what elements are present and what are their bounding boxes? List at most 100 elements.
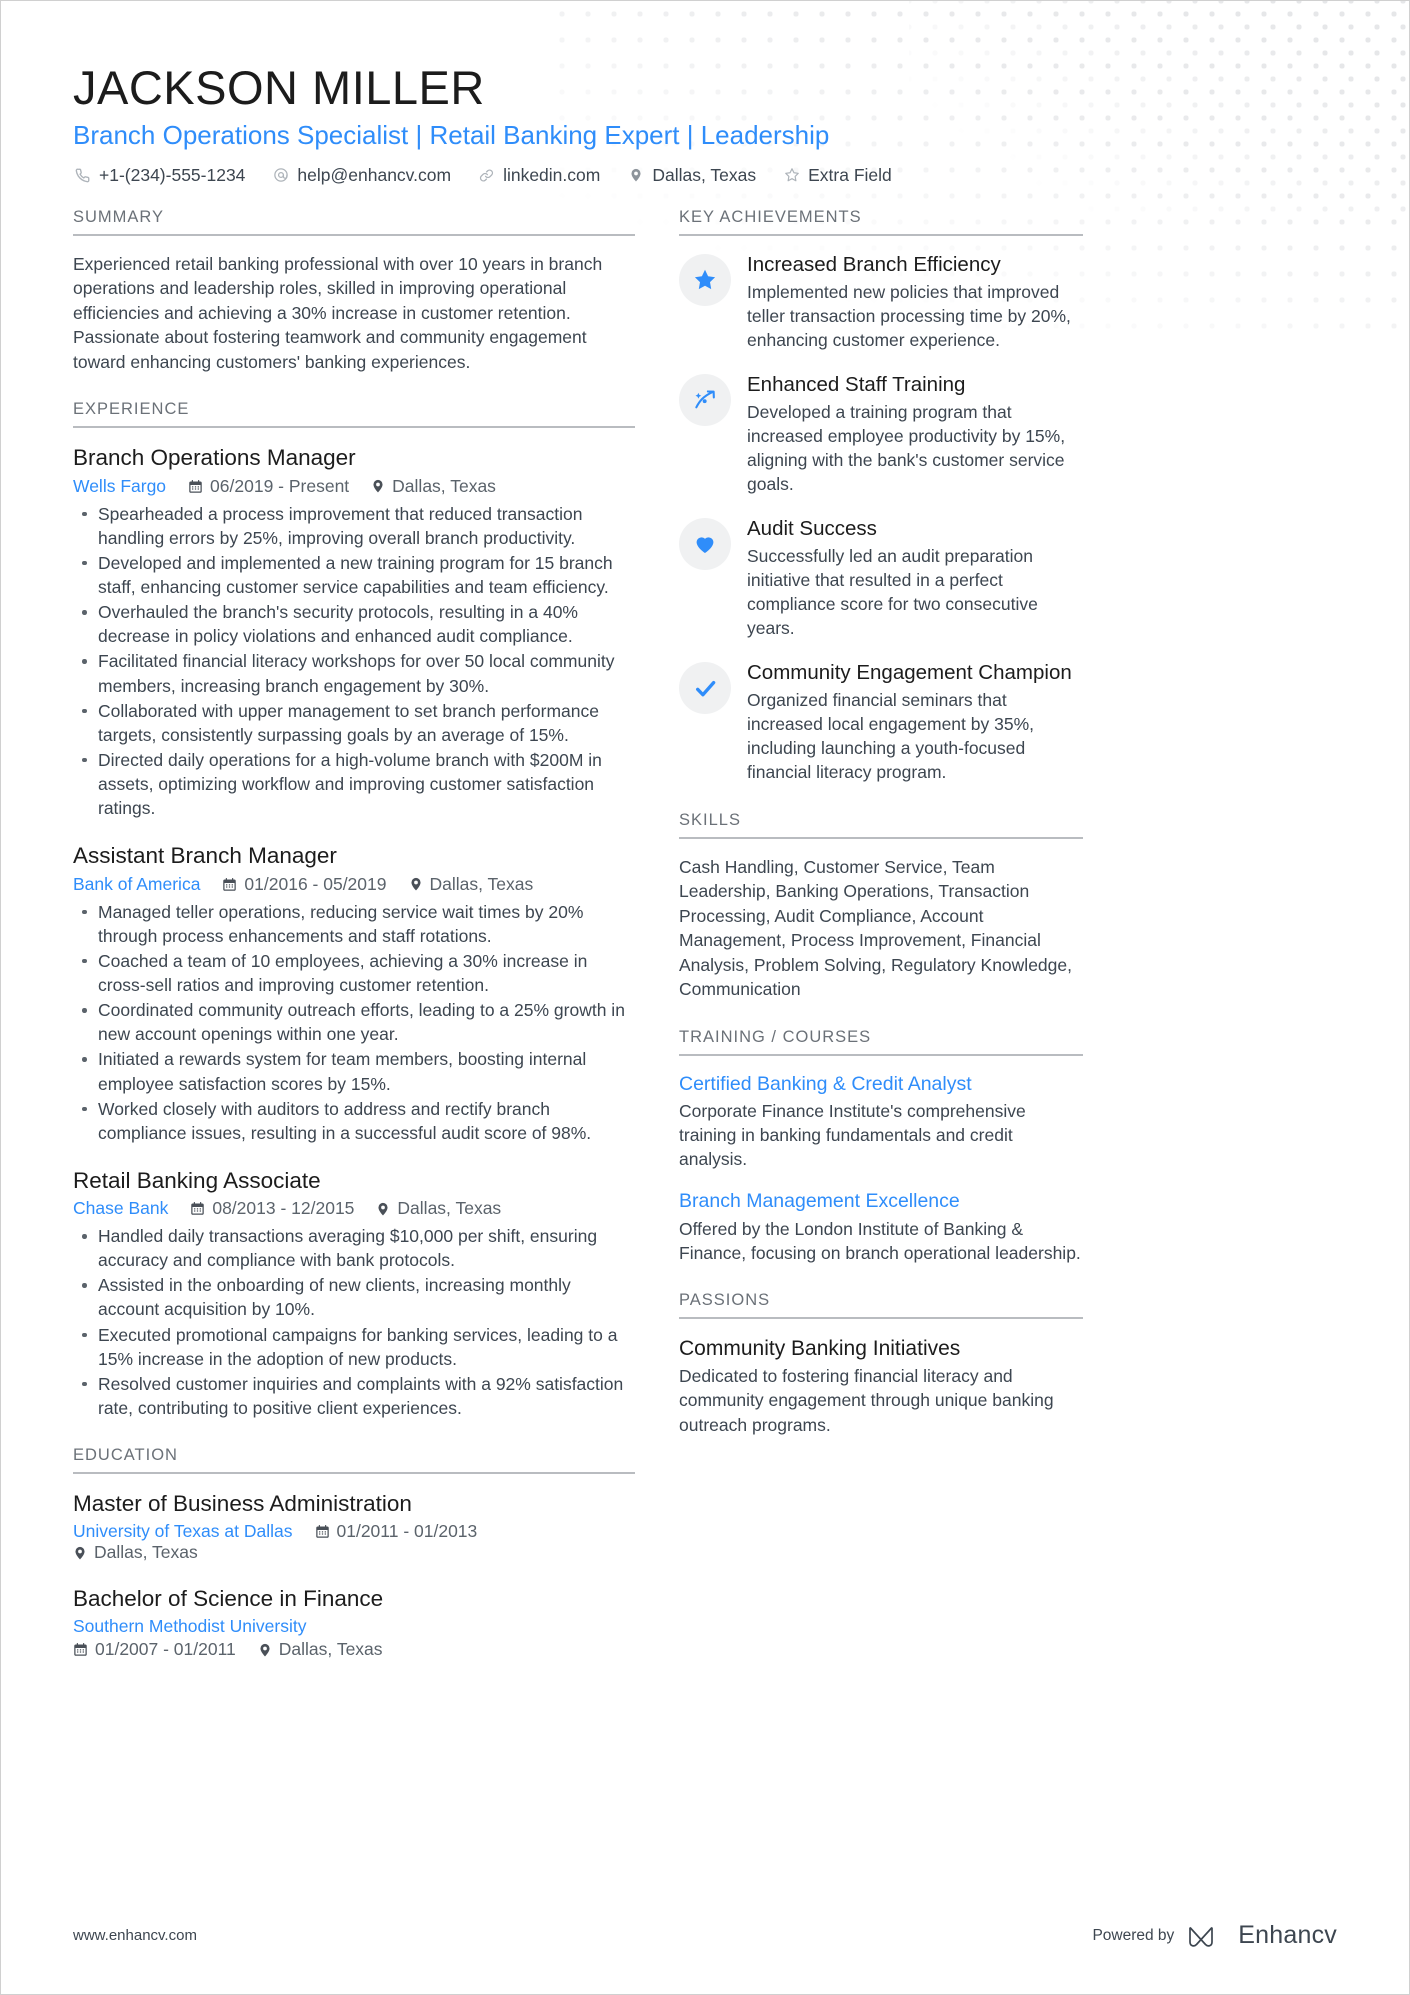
section-divider: [73, 1472, 635, 1475]
footer-website-url[interactable]: www.enhancv.com: [73, 1927, 197, 1944]
experience-bullet-list: Managed teller operations, reducing serv…: [73, 900, 635, 1145]
experience-bullet-list: Spearheaded a process improvement that r…: [73, 502, 635, 821]
experience-bullet: Assisted in the onboarding of new client…: [73, 1273, 635, 1321]
enhancv-logo: Enhancv: [1187, 1921, 1337, 1950]
resume-content: JACKSON MILLER Branch Operations Special…: [1, 1, 1409, 1686]
education-location-text: Dallas, Texas: [278, 1639, 383, 1660]
right-column: KEY ACHIEVEMENTS Increased Branch Effici…: [679, 208, 1083, 1463]
footer-brand: Powered by Enhancv: [1092, 1921, 1337, 1950]
enhancv-mark-icon: [1189, 1926, 1214, 1947]
section-divider: [679, 1053, 1083, 1056]
location-icon: [376, 1201, 390, 1217]
education-dates-text: 01/2007 - 01/2011: [95, 1639, 236, 1660]
achievement-item: Enhanced Staff Training Developed a train…: [679, 372, 1083, 496]
experience-bullet-list: Handled daily transactions averaging $10…: [73, 1224, 635, 1420]
training-course-title[interactable]: Branch Management Excellence: [679, 1189, 1083, 1214]
contact-email[interactable]: help@enhancv.com: [271, 165, 451, 186]
experience-company[interactable]: Wells Fargo: [73, 476, 166, 497]
experience-location-text: Dallas, Texas: [429, 873, 534, 894]
resume-page: JACKSON MILLER Branch Operations Special…: [0, 0, 1410, 1995]
achievement-body: Increased Branch Efficiency Implemented n…: [747, 252, 1083, 352]
achievement-title: Increased Branch Efficiency: [747, 252, 1001, 276]
education-institution[interactable]: University of Texas at Dallas: [73, 1521, 293, 1542]
experience-bullet: Collaborated with upper management to se…: [73, 699, 635, 747]
achievement-icon-badge: [679, 662, 731, 715]
contact-location-text: Dallas, Texas: [652, 164, 757, 185]
education-list: Master of Business Administration Univers…: [73, 1490, 635, 1660]
education-institution[interactable]: Southern Methodist University: [73, 1616, 306, 1637]
training-course-description: Corporate Finance Institute's comprehens…: [679, 1100, 1026, 1170]
star-icon: [693, 268, 717, 292]
section-education: EDUCATION Master of Business Administrat…: [73, 1446, 635, 1660]
location-icon: [371, 478, 385, 494]
passions-list: Community Banking Initiatives Dedicated t…: [679, 1335, 1083, 1437]
achievement-icon-badge: [679, 373, 731, 426]
email-icon: [271, 167, 290, 183]
contact-email-text: help@enhancv.com: [297, 164, 452, 185]
calendar-icon: [222, 877, 237, 892]
section-title-education: EDUCATION: [73, 1446, 178, 1465]
passion-title: Community Banking Initiatives: [679, 1336, 961, 1360]
contact-extra-field-text: Extra Field: [808, 164, 892, 185]
passion-description: Dedicated to fostering financial literac…: [679, 1366, 1054, 1435]
experience-bullet: Facilitated financial literacy workshops…: [73, 649, 635, 697]
enhancv-wordmark: Enhancv: [1238, 1921, 1337, 1949]
experience-entry-meta: Bank of America 01/2016 - 05/2019 Dallas, …: [73, 874, 635, 895]
training-course-item: Certified Banking & Credit Analyst Corpor…: [679, 1072, 1083, 1172]
education-entry-meta-dates: 01/2007 - 01/2011 Dallas, Texas: [73, 1639, 635, 1660]
experience-entry-meta: Wells Fargo 06/2019 - Present Dallas, Texa…: [73, 476, 635, 497]
achievement-body: Enhanced Staff Training Developed a train…: [747, 372, 1083, 496]
training-list: Certified Banking & Credit Analyst Corpor…: [679, 1072, 1083, 1265]
heart-icon: [693, 532, 717, 556]
section-divider: [679, 836, 1083, 839]
experience-location-text: Dallas, Texas: [392, 475, 496, 496]
experience-job-title: Retail Banking Associate: [73, 1167, 321, 1193]
education-entry: Master of Business Administration Univers…: [73, 1490, 635, 1563]
achievements-list: Increased Branch Efficiency Implemented n…: [679, 252, 1083, 785]
resume-columns: SUMMARY Experienced retail banking profe…: [73, 208, 1337, 1686]
achievement-body: Community Engagement Champion Organized f…: [747, 660, 1083, 784]
education-dates: 01/2007 - 01/2011: [73, 1639, 236, 1660]
experience-list: Branch Operations Manager Wells Fargo 06/2…: [73, 444, 635, 1420]
section-title-skills: SKILLS: [679, 810, 741, 829]
section-training-courses: TRAINING / COURSES Certified Banking & C…: [679, 1028, 1083, 1265]
achievement-description: Successfully led an audit preparation in…: [747, 545, 1038, 639]
education-degree: Bachelor of Science in Finance: [73, 1586, 384, 1612]
experience-bullet: Handled daily transactions averaging $10…: [73, 1224, 635, 1272]
experience-company[interactable]: Bank of America: [73, 874, 200, 895]
experience-bullet: Coordinated community outreach efforts, …: [73, 998, 635, 1046]
section-summary: SUMMARY Experienced retail banking profe…: [73, 208, 635, 375]
achievement-body: Audit Success Successfully led an audit p…: [747, 516, 1083, 640]
experience-entry: Branch Operations Manager Wells Fargo 06/2…: [73, 444, 635, 820]
experience-bullet: Worked closely with auditors to address …: [73, 1097, 635, 1145]
left-column: SUMMARY Experienced retail banking profe…: [73, 208, 665, 1686]
education-location: Dallas, Texas: [258, 1639, 383, 1660]
location-icon: [626, 167, 645, 183]
achievement-item: Community Engagement Champion Organized f…: [679, 660, 1083, 784]
summary-text: Experienced retail banking professional …: [73, 253, 603, 372]
section-divider: [73, 426, 635, 429]
experience-entry-meta: Chase Bank 08/2013 - 12/2015 Dallas, Texas: [73, 1198, 635, 1219]
contact-row: +1-(234)-555-1234 help@enhancv.com linke…: [73, 165, 1337, 186]
location-icon: [73, 1545, 87, 1561]
contact-link[interactable]: linkedin.com: [477, 165, 600, 186]
location-icon: [258, 1642, 272, 1658]
education-location-text: Dallas, Texas: [94, 1542, 198, 1563]
footer-powered-by-label: Powered by: [1092, 1926, 1175, 1944]
experience-location: Dallas, Texas: [409, 873, 534, 895]
experience-bullet: Directed daily operations for a high-vol…: [73, 748, 635, 820]
training-course-title[interactable]: Certified Banking & Credit Analyst: [679, 1072, 1083, 1097]
section-passions: PASSIONS Community Banking Initiatives De…: [679, 1291, 1083, 1437]
experience-bullet: Overhauled the branch's security protoco…: [73, 600, 635, 648]
achievement-title: Audit Success: [747, 517, 877, 541]
contact-phone[interactable]: +1-(234)-555-1234: [73, 165, 245, 186]
achievement-icon-badge: [679, 518, 731, 571]
experience-dates: 01/2016 - 05/2019: [222, 874, 387, 895]
experience-job-title: Assistant Branch Manager: [73, 843, 337, 869]
phone-icon: [73, 168, 92, 183]
achievement-title: Community Engagement Champion: [747, 661, 1072, 685]
resume-footer: www.enhancv.com Powered by Enhancv: [1, 1921, 1409, 1950]
section-title-summary: SUMMARY: [73, 207, 165, 226]
location-icon: [409, 876, 423, 892]
experience-company[interactable]: Chase Bank: [73, 1198, 168, 1219]
